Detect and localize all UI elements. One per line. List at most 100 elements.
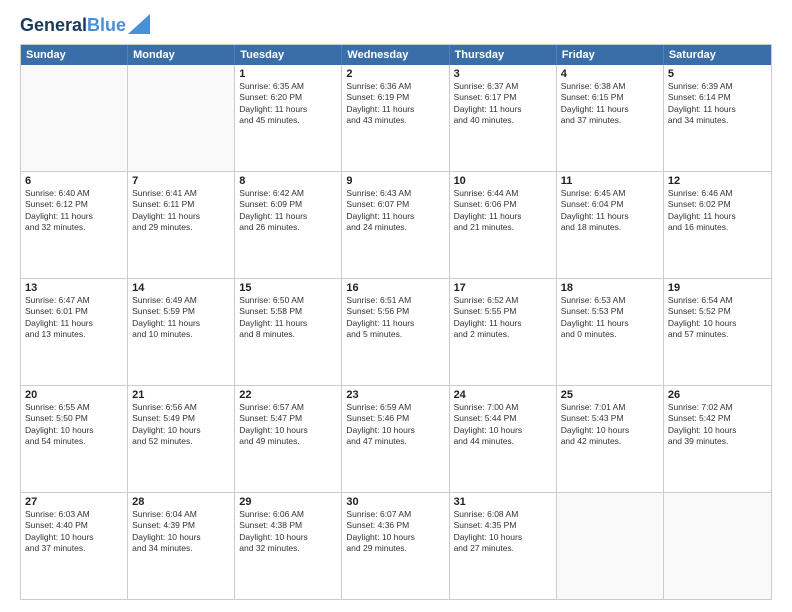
cell-line: and 13 minutes. [25, 329, 123, 340]
day-number: 6 [25, 175, 123, 187]
day-number: 24 [454, 389, 552, 401]
calendar-week-1: 1Sunrise: 6:35 AMSunset: 6:20 PMDaylight… [21, 65, 771, 171]
calendar-cell: 20Sunrise: 6:55 AMSunset: 5:50 PMDayligh… [21, 386, 128, 492]
cell-line: Sunset: 6:19 PM [346, 92, 444, 103]
calendar-cell: 23Sunrise: 6:59 AMSunset: 5:46 PMDayligh… [342, 386, 449, 492]
cell-line: Daylight: 10 hours [132, 532, 230, 543]
cell-line: Sunset: 5:46 PM [346, 413, 444, 424]
header-day-thursday: Thursday [450, 45, 557, 65]
calendar-cell: 7Sunrise: 6:41 AMSunset: 6:11 PMDaylight… [128, 172, 235, 278]
calendar-cell: 6Sunrise: 6:40 AMSunset: 6:12 PMDaylight… [21, 172, 128, 278]
cell-line: and 32 minutes. [25, 222, 123, 233]
cell-line: Sunset: 4:35 PM [454, 520, 552, 531]
day-number: 28 [132, 496, 230, 508]
cell-line: Daylight: 11 hours [132, 318, 230, 329]
day-number: 31 [454, 496, 552, 508]
cell-line: and 8 minutes. [239, 329, 337, 340]
cell-line: Daylight: 10 hours [454, 532, 552, 543]
cell-line: Daylight: 11 hours [668, 104, 767, 115]
cell-line: Sunrise: 7:01 AM [561, 402, 659, 413]
calendar-cell: 31Sunrise: 6:08 AMSunset: 4:35 PMDayligh… [450, 493, 557, 599]
cell-line: Sunrise: 6:59 AM [346, 402, 444, 413]
cell-line: Sunrise: 6:38 AM [561, 81, 659, 92]
day-number: 14 [132, 282, 230, 294]
day-number: 10 [454, 175, 552, 187]
cell-line: Daylight: 10 hours [239, 425, 337, 436]
cell-line: Sunset: 6:02 PM [668, 199, 767, 210]
calendar-cell: 28Sunrise: 6:04 AMSunset: 4:39 PMDayligh… [128, 493, 235, 599]
cell-line: and 24 minutes. [346, 222, 444, 233]
logo: GeneralBlue [20, 16, 150, 36]
calendar: SundayMondayTuesdayWednesdayThursdayFrid… [20, 44, 772, 600]
calendar-cell: 22Sunrise: 6:57 AMSunset: 5:47 PMDayligh… [235, 386, 342, 492]
cell-line: and 29 minutes. [346, 543, 444, 554]
cell-line: Sunset: 5:55 PM [454, 306, 552, 317]
cell-line: and 34 minutes. [132, 543, 230, 554]
cell-line: Sunrise: 6:07 AM [346, 509, 444, 520]
calendar-cell [557, 493, 664, 599]
calendar-cell [664, 493, 771, 599]
calendar-cell: 25Sunrise: 7:01 AMSunset: 5:43 PMDayligh… [557, 386, 664, 492]
cell-line: and 0 minutes. [561, 329, 659, 340]
cell-line: Daylight: 11 hours [239, 211, 337, 222]
day-number: 13 [25, 282, 123, 294]
cell-line: Sunset: 6:14 PM [668, 92, 767, 103]
cell-line: Sunset: 5:43 PM [561, 413, 659, 424]
cell-line: Sunrise: 7:02 AM [668, 402, 767, 413]
cell-line: Sunrise: 6:49 AM [132, 295, 230, 306]
cell-line: and 37 minutes. [561, 115, 659, 126]
cell-line: Daylight: 11 hours [25, 211, 123, 222]
day-number: 11 [561, 175, 659, 187]
calendar-cell: 1Sunrise: 6:35 AMSunset: 6:20 PMDaylight… [235, 65, 342, 171]
cell-line: Sunrise: 6:41 AM [132, 188, 230, 199]
cell-line: Sunrise: 6:44 AM [454, 188, 552, 199]
cell-line: Daylight: 11 hours [346, 211, 444, 222]
day-number: 16 [346, 282, 444, 294]
cell-line: Sunrise: 6:56 AM [132, 402, 230, 413]
cell-line: Sunrise: 6:55 AM [25, 402, 123, 413]
day-number: 19 [668, 282, 767, 294]
cell-line: Daylight: 10 hours [132, 425, 230, 436]
cell-line: Daylight: 10 hours [668, 425, 767, 436]
cell-line: and 2 minutes. [454, 329, 552, 340]
cell-line: Sunset: 6:07 PM [346, 199, 444, 210]
cell-line: and 26 minutes. [239, 222, 337, 233]
cell-line: Sunset: 5:52 PM [668, 306, 767, 317]
cell-line: Daylight: 11 hours [132, 211, 230, 222]
cell-line: and 29 minutes. [132, 222, 230, 233]
day-number: 25 [561, 389, 659, 401]
calendar-cell: 29Sunrise: 6:06 AMSunset: 4:38 PMDayligh… [235, 493, 342, 599]
cell-line: Sunset: 6:09 PM [239, 199, 337, 210]
cell-line: Sunrise: 6:36 AM [346, 81, 444, 92]
page: GeneralBlue SundayMondayTuesdayWednesday… [0, 0, 792, 612]
calendar-cell: 14Sunrise: 6:49 AMSunset: 5:59 PMDayligh… [128, 279, 235, 385]
cell-line: Daylight: 10 hours [346, 425, 444, 436]
day-number: 17 [454, 282, 552, 294]
calendar-cell: 4Sunrise: 6:38 AMSunset: 6:15 PMDaylight… [557, 65, 664, 171]
cell-line: and 52 minutes. [132, 436, 230, 447]
calendar-week-4: 20Sunrise: 6:55 AMSunset: 5:50 PMDayligh… [21, 385, 771, 492]
calendar-cell: 11Sunrise: 6:45 AMSunset: 6:04 PMDayligh… [557, 172, 664, 278]
calendar-cell: 30Sunrise: 6:07 AMSunset: 4:36 PMDayligh… [342, 493, 449, 599]
cell-line: Daylight: 10 hours [25, 425, 123, 436]
header-day-sunday: Sunday [21, 45, 128, 65]
cell-line: Sunrise: 6:43 AM [346, 188, 444, 199]
cell-line: and 32 minutes. [239, 543, 337, 554]
cell-line: and 39 minutes. [668, 436, 767, 447]
cell-line: Sunset: 6:06 PM [454, 199, 552, 210]
cell-line: Daylight: 10 hours [561, 425, 659, 436]
cell-line: and 43 minutes. [346, 115, 444, 126]
calendar-cell: 19Sunrise: 6:54 AMSunset: 5:52 PMDayligh… [664, 279, 771, 385]
header-day-monday: Monday [128, 45, 235, 65]
cell-line: Daylight: 10 hours [239, 532, 337, 543]
cell-line: Daylight: 11 hours [454, 318, 552, 329]
header-day-friday: Friday [557, 45, 664, 65]
cell-line: Sunrise: 7:00 AM [454, 402, 552, 413]
cell-line: Sunrise: 6:53 AM [561, 295, 659, 306]
calendar-week-5: 27Sunrise: 6:03 AMSunset: 4:40 PMDayligh… [21, 492, 771, 599]
cell-line: Sunrise: 6:54 AM [668, 295, 767, 306]
logo-general: General [20, 15, 87, 35]
cell-line: and 16 minutes. [668, 222, 767, 233]
calendar-header: SundayMondayTuesdayWednesdayThursdayFrid… [21, 45, 771, 65]
header-day-saturday: Saturday [664, 45, 771, 65]
